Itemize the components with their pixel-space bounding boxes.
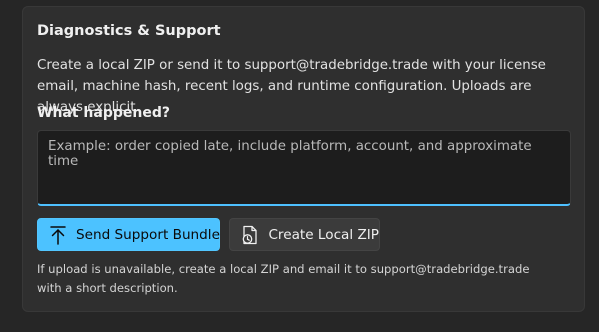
diagnostics-support-panel: Diagnostics & Support Create a local ZIP… xyxy=(22,6,585,312)
section-title: Diagnostics & Support xyxy=(37,23,221,39)
create-local-zip-label: Create Local ZIP xyxy=(268,226,379,243)
send-support-bundle-label: Send Support Bundle xyxy=(76,226,220,243)
upload-icon xyxy=(49,225,67,245)
what-happened-label: What happened? xyxy=(37,105,170,121)
zip-file-icon xyxy=(241,225,259,245)
create-local-zip-button[interactable]: Create Local ZIP xyxy=(229,218,380,251)
send-support-bundle-button[interactable]: Send Support Bundle xyxy=(37,218,220,251)
upload-fallback-note: If upload is unavailable, create a local… xyxy=(37,262,530,295)
what-happened-input[interactable] xyxy=(37,130,571,206)
